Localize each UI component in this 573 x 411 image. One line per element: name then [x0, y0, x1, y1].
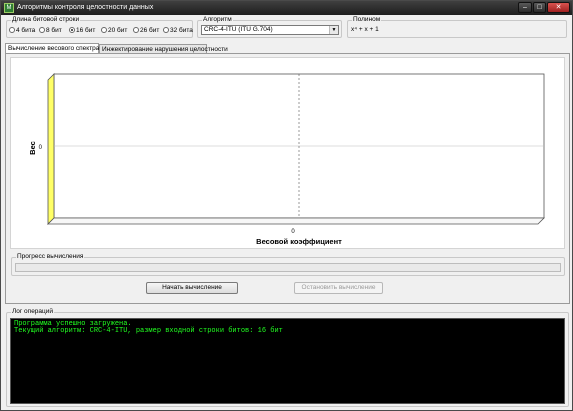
weight-spectrum-chart: 0 0 Весовой коэффициент Вес: [10, 57, 565, 249]
bit-length-label: Длина битовой строки: [11, 16, 81, 24]
maximize-button[interactable]: □: [533, 2, 546, 13]
radio-label: 4 бита: [16, 27, 36, 34]
radio-dot-icon: [39, 27, 45, 33]
start-calculation-button[interactable]: Начать вычисление: [146, 282, 238, 294]
radio-label: 20 бит: [108, 27, 128, 34]
x-axis-title: Весовой коэффициент: [256, 237, 342, 246]
radio-dot-icon: [133, 27, 139, 33]
log-label: Лог операций: [11, 308, 55, 316]
radio-label: 32 бита: [170, 27, 193, 34]
progress-group: Прогресс вычисления: [11, 253, 565, 276]
radio-label: 8 бит: [46, 27, 62, 34]
polynomial-value: x⁴ + x + 1: [351, 26, 379, 33]
polynomial-group: Полином x⁴ + x + 1: [347, 16, 567, 38]
minimize-button[interactable]: –: [518, 2, 532, 13]
chart-canvas: 0 0 Весовой коэффициент Вес: [28, 73, 545, 246]
y-tick-label: 0: [39, 145, 43, 151]
radio-dot-icon: [101, 27, 107, 33]
radio-dot-icon: [163, 27, 169, 33]
algorithm-label: Алгоритм: [202, 16, 233, 24]
algorithm-group: Алгоритм CRC-4-ITU (ITU G.704) ▼: [197, 16, 342, 38]
chart-floor: [47, 217, 545, 225]
radio-20-bits[interactable]: 20 бит: [101, 27, 127, 35]
log-line: Текущий алгоритм: CRC-4-ITU, размер вход…: [14, 327, 283, 335]
chevron-down-icon[interactable]: ▼: [329, 26, 338, 34]
chart-side-wall: [47, 73, 55, 225]
bit-length-group: Длина битовой строки 4 бита 8 бит 16 бит…: [6, 16, 193, 38]
window-title: Алгоритмы контроля целостности данных: [17, 4, 154, 11]
title-bar[interactable]: М Алгоритмы контроля целостности данных …: [1, 1, 572, 15]
radio-26-bits[interactable]: 26 бит: [133, 27, 159, 35]
polynomial-label: Полином: [352, 16, 382, 24]
stop-calculation-button[interactable]: Остановить вычисление: [294, 282, 383, 294]
radio-label: 16 бит: [76, 27, 96, 34]
progress-label: Прогресс вычисления: [16, 253, 85, 261]
algorithm-selected-value: CRC-4-ITU (ITU G.704): [204, 26, 273, 33]
radio-8-bits[interactable]: 8 бит: [39, 27, 62, 35]
radio-dot-icon: [9, 27, 15, 33]
log-output[interactable]: Программа успешно загружена. Текущий алг…: [10, 318, 565, 404]
radio-label: 26 бит: [140, 27, 160, 34]
close-button[interactable]: ✕: [547, 2, 570, 13]
radio-dot-icon: [69, 27, 75, 33]
radio-32-bits[interactable]: 32 бита: [163, 27, 193, 35]
algorithm-select[interactable]: CRC-4-ITU (ITU G.704) ▼: [201, 25, 339, 35]
app-icon: М: [4, 3, 14, 13]
log-group: Лог операций Программа успешно загружена…: [6, 308, 569, 407]
y-axis-title: Вес: [28, 141, 37, 155]
radio-16-bits[interactable]: 16 бит: [69, 27, 95, 35]
main-window: М Алгоритмы контроля целостности данных …: [0, 0, 573, 411]
radio-4-bits[interactable]: 4 бита: [9, 27, 35, 35]
progress-bar: [15, 263, 561, 272]
x-tick-label: 0: [291, 229, 295, 235]
